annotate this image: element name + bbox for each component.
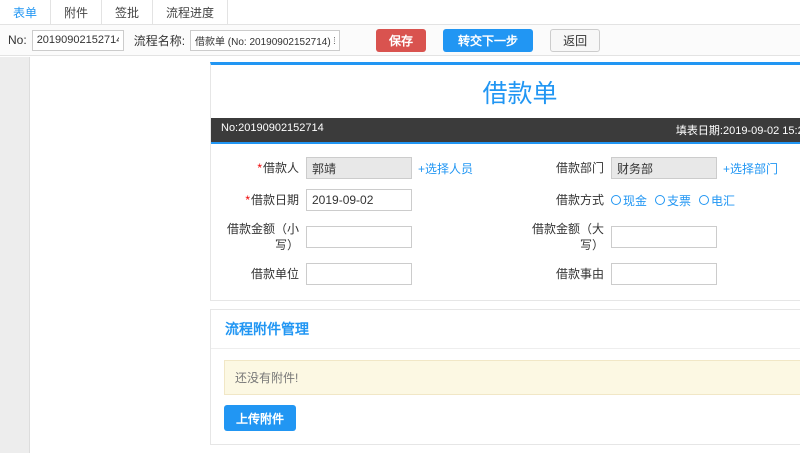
loan-unit-cell: 借款单位 [215, 258, 520, 290]
radio-cheque[interactable]: 支票 [655, 192, 691, 209]
department-cell: 借款部门 +选择部门 [520, 152, 800, 184]
radio-cash[interactable]: 现金 [611, 192, 647, 209]
no-input[interactable] [31, 29, 124, 51]
form-meta-bar: No:20190902152714 填表日期:2019-09-02 15:27:… [211, 118, 800, 144]
select-department-link[interactable]: +选择部门 [723, 160, 778, 177]
loan-date-cell: *借款日期 [215, 184, 520, 216]
no-label: No: [8, 33, 27, 47]
radio-wire[interactable]: 电汇 [699, 192, 735, 209]
no-attachment-notice: 还没有附件! [224, 360, 800, 396]
attachment-card: 流程附件管理 还没有附件! 上传附件 [210, 309, 800, 446]
form-row: 借款金额（小写） 借款金额（大写） [215, 216, 800, 258]
main-content: 借款单 No:20190902152714 填表日期:2019-09-02 15… [210, 62, 800, 453]
form-row: *借款日期 借款方式 现金 支票 电汇 [215, 184, 800, 216]
amount-big-label: 借款金额（大写） [531, 222, 604, 253]
process-name-input[interactable] [190, 29, 341, 51]
department-label: 借款部门 [555, 160, 604, 175]
radio-circle-icon [699, 195, 710, 205]
next-step-button[interactable]: 转交下一步 [443, 28, 534, 52]
amount-big-cell: 借款金额（大写） [520, 216, 800, 258]
left-sidebar[interactable] [0, 57, 30, 453]
toolbar: No: 流程名称: 保存 转交下一步 返回 [0, 25, 800, 56]
loan-method-cell: 借款方式 现金 支票 电汇 [520, 184, 800, 216]
department-input[interactable] [611, 157, 717, 179]
tab-progress[interactable]: 流程进度 [153, 0, 229, 24]
required-marker: * [257, 160, 262, 175]
form-row: *借款人 +选择人员 借款部门 +选择部门 [215, 152, 800, 184]
form-row: 借款单位 借款事由 [215, 258, 800, 290]
loan-date-input[interactable] [306, 189, 412, 211]
loan-unit-label: 借款单位 [250, 267, 299, 282]
process-name-label: 流程名称: [133, 33, 186, 48]
loan-reason-cell: 借款事由 [520, 258, 800, 290]
loan-method-label: 借款方式 [555, 192, 604, 207]
loan-form-card: 借款单 No:20190902152714 填表日期:2019-09-02 15… [210, 62, 800, 302]
radio-circle-icon [611, 195, 621, 205]
loan-date-label: *借款日期 [245, 192, 299, 207]
back-button[interactable]: 返回 [550, 28, 601, 52]
form-grid: *借款人 +选择人员 借款部门 +选择部门 *借款日期 [211, 144, 800, 300]
attachment-section-title: 流程附件管理 [211, 310, 800, 350]
tab-bar: 表单 附件 签批 流程进度 [0, 0, 800, 25]
tab-form[interactable]: 表单 [0, 0, 52, 24]
loan-reason-label: 借款事由 [555, 267, 604, 282]
form-no-text: No:20190902152714 [221, 122, 324, 134]
amount-small-input[interactable] [306, 226, 412, 249]
borrower-input[interactable] [306, 157, 412, 179]
save-button[interactable]: 保存 [376, 28, 427, 52]
page: 表单 附件 签批 流程进度 No: 流程名称: 保存 转交下一步 返回 借款单 … [0, 0, 800, 453]
upload-attachment-button[interactable]: 上传附件 [224, 405, 297, 432]
tab-approval[interactable]: 签批 [102, 0, 154, 24]
amount-big-input[interactable] [611, 226, 717, 249]
amount-small-cell: 借款金额（小写） [215, 216, 520, 258]
tab-attachment[interactable]: 附件 [51, 0, 103, 24]
amount-small-label: 借款金额（小写） [226, 222, 299, 253]
form-date-text: 填表日期:2019-09-02 15:27:1 [675, 125, 800, 137]
loan-unit-input[interactable] [306, 263, 412, 286]
loan-method-group: 现金 支票 电汇 [611, 192, 735, 209]
required-marker: * [245, 192, 250, 207]
select-person-link[interactable]: +选择人员 [418, 160, 473, 177]
borrower-cell: *借款人 +选择人员 [215, 152, 520, 184]
form-title: 借款单 [482, 80, 558, 108]
loan-reason-input[interactable] [611, 263, 717, 286]
radio-circle-icon [655, 195, 666, 205]
borrower-label: *借款人 [257, 160, 299, 175]
